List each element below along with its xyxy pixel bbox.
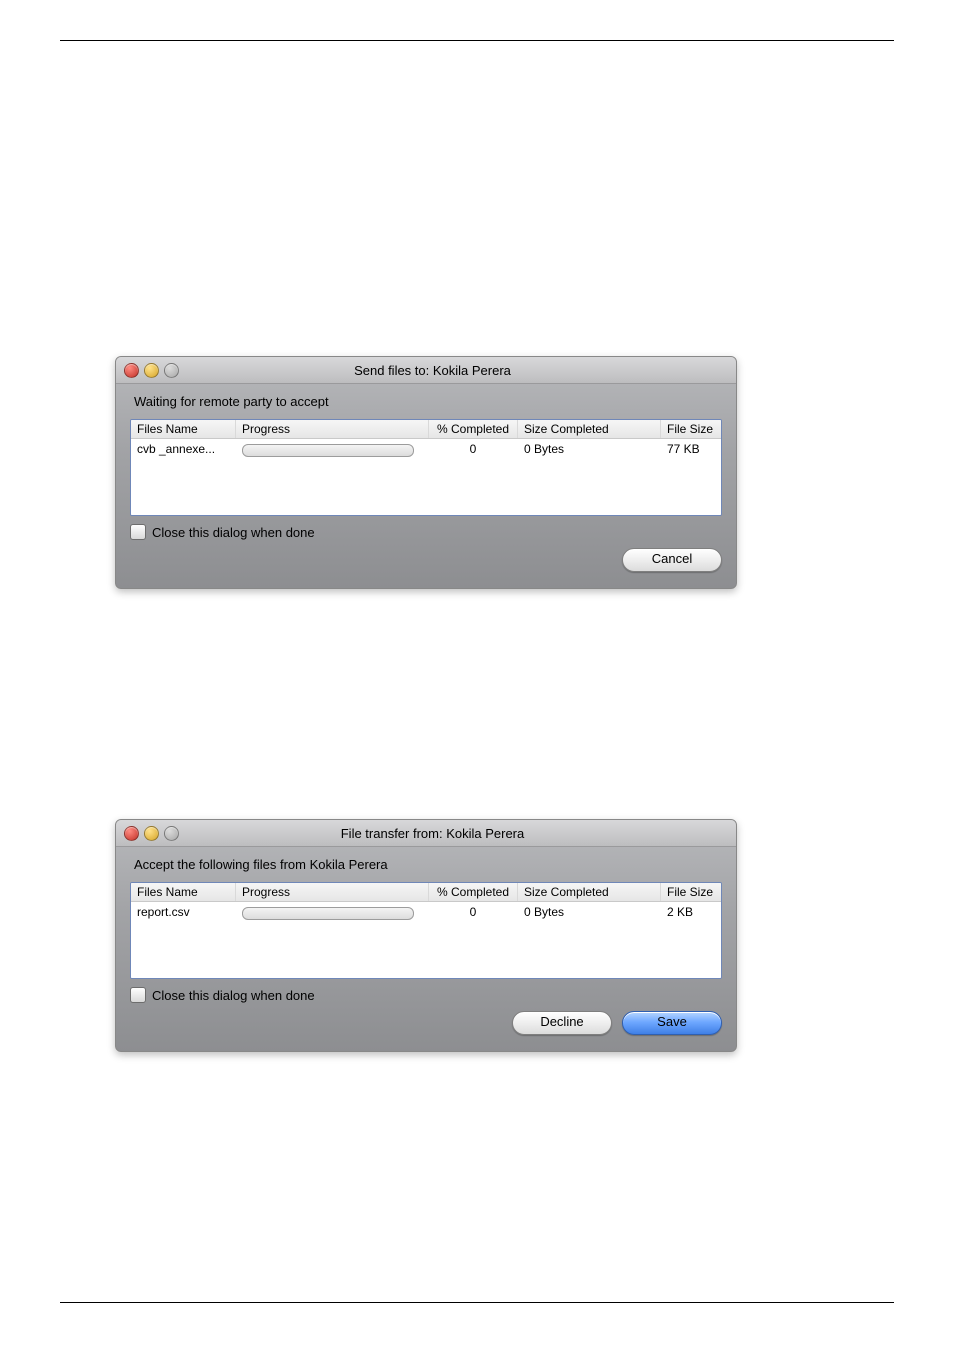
cancel-button[interactable]: Cancel — [622, 548, 722, 572]
bottom-rule — [60, 1302, 894, 1303]
col-progress[interactable]: Progress — [236, 420, 429, 438]
window-title: Send files to: Kokila Perera — [137, 363, 728, 378]
file-table: Files Name Progress % Completed Size Com… — [130, 882, 722, 979]
status-text: Waiting for remote party to accept — [130, 390, 722, 419]
col-pct-completed[interactable]: % Completed — [429, 420, 518, 438]
cell-file-name: cvb _annexe... — [131, 440, 236, 458]
top-rule — [60, 40, 894, 41]
titlebar[interactable]: File transfer from: Kokila Perera — [116, 820, 736, 847]
status-text: Accept the following files from Kokila P… — [130, 853, 722, 882]
decline-button[interactable]: Decline — [512, 1011, 612, 1035]
close-when-done-label: Close this dialog when done — [152, 525, 315, 540]
cell-pct: 0 — [429, 903, 518, 921]
close-when-done-checkbox[interactable] — [130, 987, 146, 1003]
cell-size: 0 Bytes — [518, 440, 661, 458]
progress-bar — [242, 907, 414, 920]
col-progress[interactable]: Progress — [236, 883, 429, 901]
send-files-dialog: Send files to: Kokila Perera Waiting for… — [115, 356, 737, 589]
table-row[interactable]: cvb _annexe... 0 0 Bytes 77 KB — [131, 439, 721, 459]
col-files-name[interactable]: Files Name — [131, 420, 236, 438]
cell-size: 0 Bytes — [518, 903, 661, 921]
col-size-completed[interactable]: Size Completed — [518, 420, 661, 438]
close-when-done-label: Close this dialog when done — [152, 988, 315, 1003]
col-pct-completed[interactable]: % Completed — [429, 883, 518, 901]
titlebar[interactable]: Send files to: Kokila Perera — [116, 357, 736, 384]
cell-pct: 0 — [429, 440, 518, 458]
col-files-name[interactable]: Files Name — [131, 883, 236, 901]
receive-files-dialog: File transfer from: Kokila Perera Accept… — [115, 819, 737, 1052]
cell-file-name: report.csv — [131, 903, 236, 921]
col-size-completed[interactable]: Size Completed — [518, 883, 661, 901]
save-button[interactable]: Save — [622, 1011, 722, 1035]
progress-bar — [242, 444, 414, 457]
cell-progress — [236, 903, 429, 922]
table-header: Files Name Progress % Completed Size Com… — [131, 420, 721, 439]
cell-progress — [236, 440, 429, 459]
cell-fsize: 77 KB — [661, 440, 721, 458]
col-file-size[interactable]: File Size — [661, 883, 721, 901]
window-title: File transfer from: Kokila Perera — [137, 826, 728, 841]
cell-fsize: 2 KB — [661, 903, 721, 921]
file-table: Files Name Progress % Completed Size Com… — [130, 419, 722, 516]
col-file-size[interactable]: File Size — [661, 420, 721, 438]
table-header: Files Name Progress % Completed Size Com… — [131, 883, 721, 902]
table-row[interactable]: report.csv 0 0 Bytes 2 KB — [131, 902, 721, 922]
close-when-done-checkbox[interactable] — [130, 524, 146, 540]
